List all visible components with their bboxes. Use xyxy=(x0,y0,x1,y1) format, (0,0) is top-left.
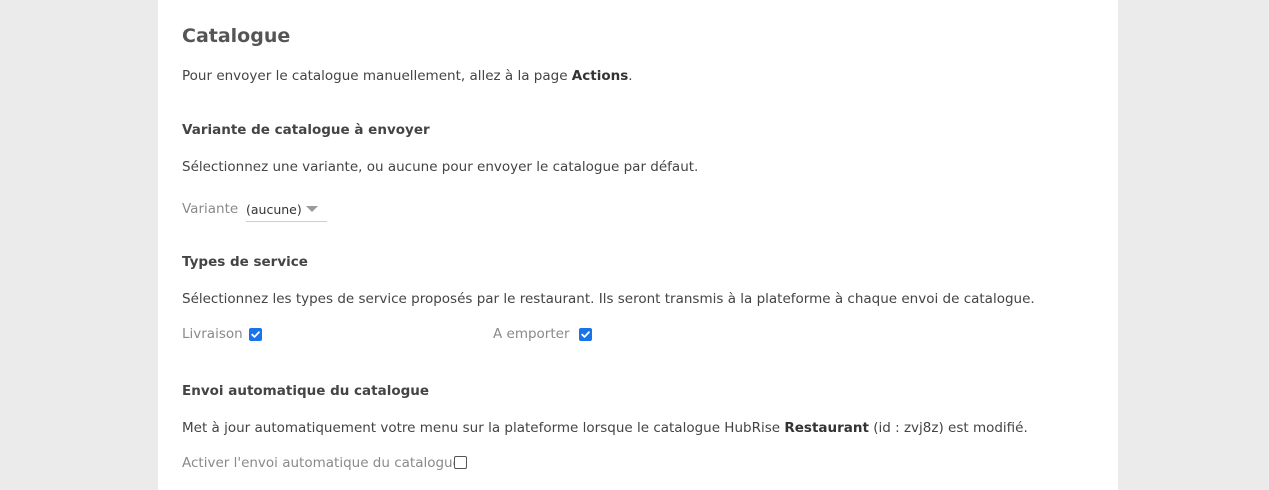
auto-send-label: Activer l'envoi automatique du catalogue xyxy=(182,455,461,471)
service-types-heading: Types de service xyxy=(182,254,308,270)
auto-send-checkbox[interactable] xyxy=(454,456,467,469)
variant-label: Variante xyxy=(182,201,239,217)
actions-link[interactable]: Actions xyxy=(572,68,628,84)
service-types-description: Sélectionnez les types de service propos… xyxy=(182,291,1035,307)
checkmark-icon xyxy=(581,331,590,338)
catalogue-intro: Pour envoyer le catalogue manuellement, … xyxy=(182,66,633,86)
catalogue-intro-text: Pour envoyer le catalogue manuellement, … xyxy=(182,68,572,84)
auto-send-description: Met à jour automatiquement votre menu su… xyxy=(182,418,1028,438)
catalogue-intro-suffix: . xyxy=(628,68,633,84)
catalog-name: Restaurant xyxy=(784,420,869,436)
section-title-catalogue: Catalogue xyxy=(182,25,291,47)
auto-send-description-text: Met à jour automatiquement votre menu su… xyxy=(182,420,785,436)
takeaway-label: A emporter xyxy=(493,326,570,342)
chevron-down-icon xyxy=(306,206,318,212)
variant-description: Sélectionnez une variante, ou aucune pou… xyxy=(182,159,699,175)
settings-panel: Catalogue Pour envoyer le catalogue manu… xyxy=(158,0,1118,490)
auto-send-heading: Envoi automatique du catalogue xyxy=(182,383,430,399)
variant-select-value: (aucune) xyxy=(246,202,302,217)
takeaway-checkbox[interactable] xyxy=(579,328,592,341)
auto-send-description-suffix: (id : zvj8z) est modifié. xyxy=(868,420,1028,436)
variant-heading: Variante de catalogue à envoyer xyxy=(182,122,430,138)
delivery-checkbox[interactable] xyxy=(249,328,262,341)
variant-select[interactable]: (aucune) xyxy=(246,198,327,222)
checkmark-icon xyxy=(251,331,260,338)
delivery-label: Livraison xyxy=(182,326,243,342)
